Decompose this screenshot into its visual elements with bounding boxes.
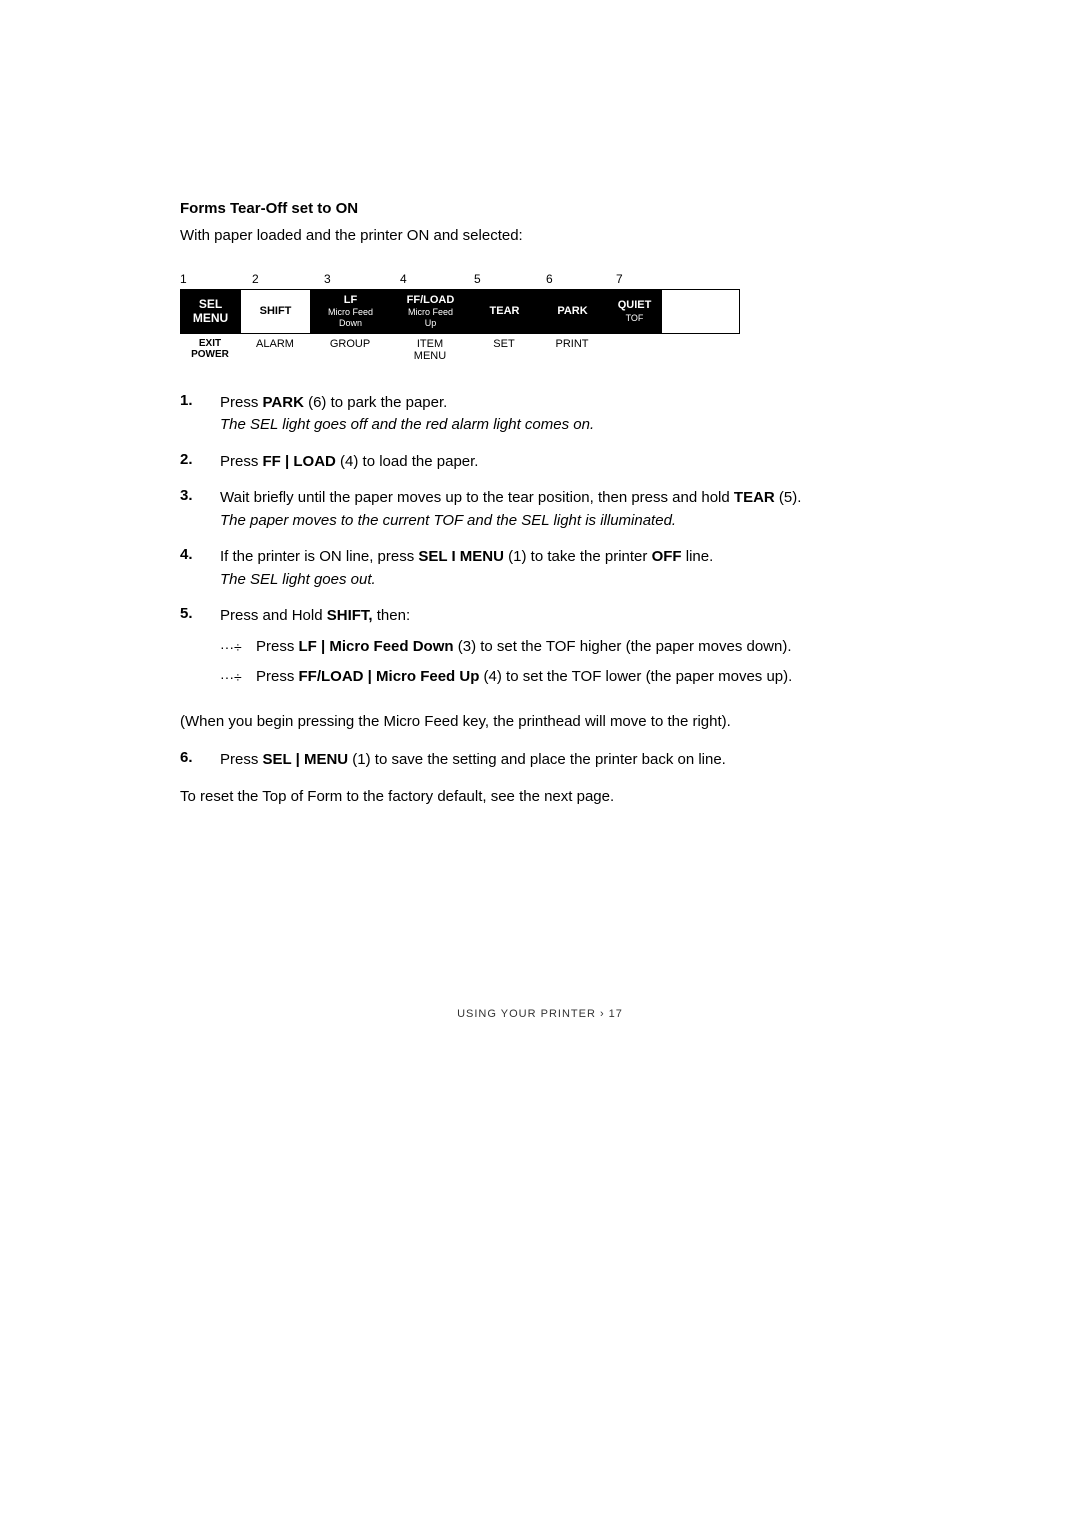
label-set: SET (470, 338, 538, 362)
label-alarm-text: ALARM (240, 338, 310, 350)
step-4-italic: The SEL light goes out. (220, 571, 376, 588)
step-6-bold: SEL | MENU (263, 751, 349, 768)
step-3-content: Wait briefly until the paper moves up to… (220, 487, 900, 532)
key-sel-menu: SEL MENU (181, 290, 241, 333)
step-4-content: If the printer is ON line, press SEL I M… (220, 546, 900, 591)
key-lf-sub: Micro Feed (328, 307, 373, 318)
key-ff: FF/LOAD Micro Feed Up (391, 290, 471, 333)
key-sel-top: SEL (199, 297, 222, 311)
footer-text: To reset the Top of Form to the factory … (180, 786, 900, 809)
keyboard-diagram: 1 2 3 4 5 6 7 SEL MENU SHIFT LF Micro Fe… (180, 272, 740, 362)
step-6-content: Press SEL | MENU (1) to save the setting… (220, 749, 900, 772)
section-title: Forms Tear-Off set to ON (180, 200, 900, 217)
label-item-text: ITEM (390, 338, 470, 350)
step-1: 1. Press PARK (6) to park the paper. The… (180, 392, 900, 437)
key-quiet-sub: TOF (626, 313, 644, 324)
sub-bullet-1: ···÷ (220, 636, 256, 658)
key-num-5: 5 (470, 272, 538, 286)
key-num-7: 7 (606, 272, 661, 286)
label-print-text: PRINT (538, 338, 606, 350)
step-1-bold: PARK (263, 394, 304, 411)
keys-row: SEL MENU SHIFT LF Micro Feed Down FF/LOA… (180, 289, 740, 334)
sub-step-1-content: Press LF | Micro Feed Down (3) to set th… (256, 636, 792, 659)
label-group: GROUP (310, 338, 390, 362)
label-group-text: GROUP (310, 338, 390, 350)
key-shift: SHIFT (241, 290, 311, 333)
step-4-num: 4. (180, 546, 220, 563)
step-4: 4. If the printer is ON line, press SEL … (180, 546, 900, 591)
step-5-num: 5. (180, 605, 220, 622)
step-2-content: Press FF | LOAD (4) to load the paper. (220, 451, 900, 474)
sub-step-1-bold: LF | Micro Feed Down (299, 638, 454, 655)
sub-steps: ···÷ Press LF | Micro Feed Down (3) to s… (220, 636, 900, 689)
key-ff-sub2: Up (425, 318, 437, 329)
step-3-italic: The paper moves to the current TOF and t… (220, 512, 676, 529)
note-text: (When you begin pressing the Micro Feed … (180, 711, 900, 734)
label-print: PRINT (538, 338, 606, 362)
intro-text: With paper loaded and the printer ON and… (180, 227, 900, 244)
label-menu: MENU (390, 350, 470, 362)
page-footer: USING YOUR PRINTER › 17 (180, 1008, 900, 1020)
sub-step-1: ···÷ Press LF | Micro Feed Down (3) to s… (220, 636, 900, 659)
sub-bullet-2: ···÷ (220, 666, 256, 688)
step-3-num: 3. (180, 487, 220, 504)
step-5: 5. Press and Hold SHIFT, then: ···÷ Pres… (180, 605, 900, 697)
step-1-num: 1. (180, 392, 220, 409)
sub-step-2-content: Press FF/LOAD | Micro Feed Up (4) to set… (256, 666, 792, 689)
step-2-num: 2. (180, 451, 220, 468)
page-content: Forms Tear-Off set to ON With paper load… (0, 0, 1080, 1528)
step-4-bold-sel: SEL I MENU (418, 548, 504, 565)
sub-step-2-bold: FF/LOAD | Micro Feed Up (299, 668, 480, 685)
step-2: 2. Press FF | LOAD (4) to load the paper… (180, 451, 900, 474)
key-park-label: PARK (557, 305, 587, 318)
step-6-num: 6. (180, 749, 220, 766)
key-quiet-tof: QUIET TOF (607, 290, 662, 333)
key-lf-sub2: Down (339, 318, 362, 329)
label-power: POWER (180, 349, 240, 360)
step-4-bold-off: OFF (652, 548, 682, 565)
key-park: PARK (539, 290, 607, 333)
label-alarm: ALARM (240, 338, 310, 362)
label-exit: EXIT (180, 338, 240, 349)
step-3: 3. Wait briefly until the paper moves up… (180, 487, 900, 532)
key-lf: LF Micro Feed Down (311, 290, 391, 333)
label-empty (606, 338, 661, 362)
step-6: 6. Press SEL | MENU (1) to save the sett… (180, 749, 900, 772)
key-tear: TEAR (471, 290, 539, 333)
key-labels: EXIT POWER ALARM GROUP ITEM MENU SET PRI… (180, 338, 740, 362)
step-1-content: Press PARK (6) to park the paper. The SE… (220, 392, 900, 437)
step-3-bold: TEAR (734, 489, 775, 506)
key-tear-label: TEAR (490, 305, 520, 318)
label-item: ITEM MENU (390, 338, 470, 362)
label-set-text: SET (470, 338, 538, 350)
sub-step-2: ···÷ Press FF/LOAD | Micro Feed Up (4) t… (220, 666, 900, 689)
step-5-content: Press and Hold SHIFT, then: ···÷ Press L… (220, 605, 900, 697)
key-numbers-row: 1 2 3 4 5 6 7 (180, 272, 740, 286)
step-2-bold: FF | LOAD (263, 453, 336, 470)
key-num-6: 6 (538, 272, 606, 286)
key-ff-top: FF/LOAD (407, 294, 455, 307)
key-ff-sub: Micro Feed (408, 307, 453, 318)
key-num-4: 4 (390, 272, 470, 286)
key-num-1: 1 (180, 272, 240, 286)
key-lf-top: LF (344, 294, 357, 307)
step-1-italic: The SEL light goes off and the red alarm… (220, 416, 594, 433)
key-num-2: 2 (240, 272, 310, 286)
key-quiet-top: QUIET (618, 299, 652, 312)
key-num-3: 3 (310, 272, 390, 286)
key-sel-bottom: MENU (193, 311, 228, 325)
steps-list: 1. Press PARK (6) to park the paper. The… (180, 392, 900, 697)
label-exit-power: EXIT POWER (180, 338, 240, 362)
step-5-bold: SHIFT, (327, 607, 373, 624)
key-shift-label: SHIFT (260, 305, 292, 318)
